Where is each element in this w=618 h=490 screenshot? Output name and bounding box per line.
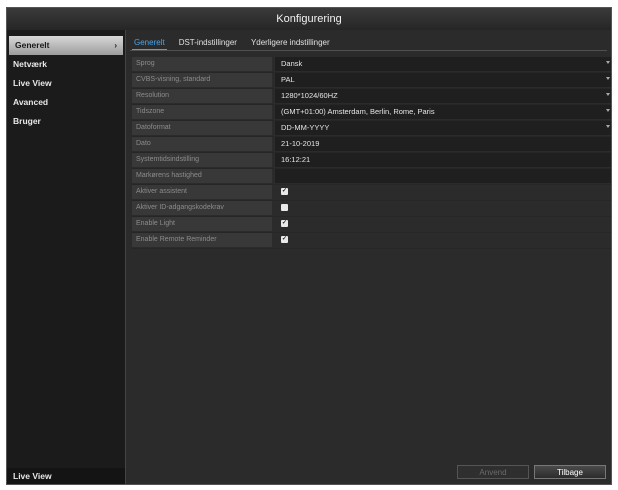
setting-value: PAL <box>281 75 295 84</box>
setting-label: Markørens hastighed <box>132 169 272 183</box>
setting-label: Aktiver ID-adgangskodekrav <box>132 201 272 215</box>
date-input[interactable]: 21-10-2019 <box>275 137 612 151</box>
tab-yderligere-indstillinger[interactable]: Yderligere indstillinger <box>249 36 332 50</box>
assistant-field: ✓ <box>275 185 611 199</box>
setting-label: Enable Remote Reminder <box>132 233 272 247</box>
setting-label: Dato <box>132 137 272 151</box>
calendar-spinner-icon[interactable] <box>611 140 612 147</box>
apply-button[interactable]: Anvend <box>457 465 529 479</box>
tab-divider <box>130 50 607 51</box>
caret-down-icon <box>606 125 610 128</box>
id-password-field <box>275 201 611 215</box>
setting-value: (GMT+01:00) Amsterdam, Berlin, Rome, Par… <box>281 107 435 116</box>
setting-label: Tidszone <box>132 105 272 119</box>
setting-row-id-adgang: Aktiver ID-adgangskodekrav <box>132 201 611 217</box>
remote-field: ✓ <box>275 233 611 247</box>
tab-generelt[interactable]: Generelt <box>132 36 167 50</box>
setting-value: 16:12:21 <box>281 155 311 164</box>
setting-label: CVBS-visning, standard <box>132 73 272 87</box>
sidebar-item-label: Avanced <box>13 97 49 107</box>
setting-row-cvbs: CVBS-visning, standard PAL <box>132 73 611 89</box>
settings-panel: Generelt DST-indstillinger Yderligere in… <box>126 30 611 484</box>
language-select[interactable]: Dansk <box>275 57 611 71</box>
light-field: ✓ <box>275 217 611 231</box>
setting-value: 21-10-2019 <box>281 139 320 148</box>
caret-down-icon <box>606 77 610 80</box>
setting-label: Datoformat <box>132 121 272 135</box>
sidebar-item-netvaerk[interactable]: Netværk <box>7 55 125 74</box>
setting-row-light: Enable Light ✓ <box>132 217 611 233</box>
sidebar: Generelt › Netværk Live View Avanced Bru… <box>7 30 126 484</box>
system-time-input[interactable]: 16:12:21 <box>275 153 612 167</box>
chevron-right-icon: › <box>114 41 117 50</box>
setting-row-remote: Enable Remote Reminder ✓ <box>132 233 611 249</box>
tab-dst-indstillinger[interactable]: DST-indstillinger <box>177 36 239 50</box>
window-title: Konfigurering <box>7 8 611 31</box>
caret-down-icon <box>606 93 610 96</box>
setting-row-assistent: Aktiver assistent ✓ <box>132 185 611 201</box>
timezone-select[interactable]: (GMT+01:00) Amsterdam, Berlin, Rome, Par… <box>275 105 611 119</box>
assistant-checkbox[interactable]: ✓ <box>281 188 288 195</box>
setting-label: Resolution <box>132 89 272 103</box>
setting-row-datoformat: Datoformat DD-MM-YYYY <box>132 121 611 137</box>
setting-value: Dansk <box>281 59 303 68</box>
clock-spinner-icon[interactable] <box>611 156 612 163</box>
sidebar-item-label: Bruger <box>13 116 41 126</box>
cvbs-standard-select[interactable]: PAL <box>275 73 611 87</box>
resolution-select[interactable]: 1280*1024/60HZ <box>275 89 611 103</box>
cursor-speed-slider[interactable] <box>275 169 611 183</box>
setting-label: Systemtidsindstilling <box>132 153 272 167</box>
setting-row-markor: Markørens hastighed <box>132 169 611 185</box>
date-format-select[interactable]: DD-MM-YYYY <box>275 121 611 135</box>
setting-row-tidszone: Tidszone (GMT+01:00) Amsterdam, Berlin, … <box>132 105 611 121</box>
settings-list: Sprog Dansk CVBS-visning, standard PAL R… <box>132 57 612 249</box>
sidebar-item-label: Generelt <box>15 40 50 50</box>
setting-label: Aktiver assistent <box>132 185 272 199</box>
caret-down-icon <box>606 61 610 64</box>
setting-row-resolution: Resolution 1280*1024/60HZ <box>132 89 611 105</box>
sidebar-item-label: Netværk <box>13 59 48 69</box>
setting-row-dato: Dato 21-10-2019 <box>132 137 612 153</box>
setting-value: 1280*1024/60HZ <box>281 91 338 100</box>
setting-value: DD-MM-YYYY <box>281 123 330 132</box>
setting-label: Enable Light <box>132 217 272 231</box>
id-password-checkbox[interactable] <box>281 204 288 211</box>
live-view-button[interactable]: Live View <box>7 468 125 484</box>
setting-row-systemtid: Systemtidsindstilling 16:12:21 <box>132 153 612 169</box>
sidebar-item-generelt[interactable]: Generelt › <box>9 36 123 55</box>
back-button[interactable]: Tilbage <box>534 465 606 479</box>
setting-row-sprog: Sprog Dansk <box>132 57 611 73</box>
sidebar-item-avanced[interactable]: Avanced <box>7 93 125 112</box>
sidebar-item-label: Live View <box>13 78 52 88</box>
remote-reminder-checkbox[interactable]: ✓ <box>281 236 288 243</box>
sidebar-item-bruger[interactable]: Bruger <box>7 112 125 131</box>
tab-bar: Generelt DST-indstillinger Yderligere in… <box>132 36 332 50</box>
config-window: Konfigurering Generelt › Netværk Live Vi… <box>6 7 612 485</box>
enable-light-checkbox[interactable]: ✓ <box>281 220 288 227</box>
sidebar-item-live-view[interactable]: Live View <box>7 74 125 93</box>
caret-down-icon <box>606 109 610 112</box>
setting-label: Sprog <box>132 57 272 71</box>
